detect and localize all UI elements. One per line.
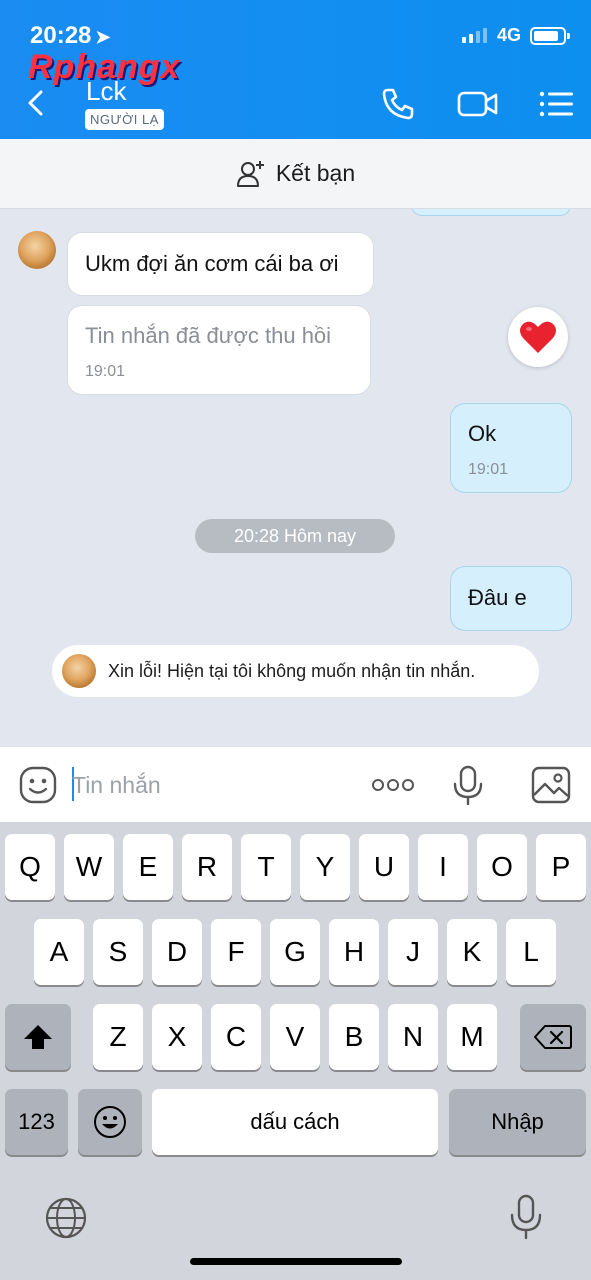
message-input[interactable]: [72, 765, 352, 805]
return-key[interactable]: Nhập: [449, 1089, 586, 1155]
key-i[interactable]: I: [418, 834, 468, 900]
phone-icon[interactable]: [378, 84, 418, 124]
back-chevron-icon[interactable]: [22, 88, 52, 118]
location-arrow-icon: ➤: [95, 27, 111, 47]
chat-area[interactable]: Ukm đợi ăn cơm cái ba ơi Tin nhắn đã đượ…: [0, 209, 591, 746]
signal-strength-icon: [462, 28, 487, 43]
network-type: 4G: [497, 25, 522, 45]
contact-avatar[interactable]: [18, 231, 56, 269]
key-m[interactable]: M: [447, 1004, 497, 1070]
key-d[interactable]: D: [152, 919, 202, 985]
key-v[interactable]: V: [270, 1004, 320, 1070]
globe-icon[interactable]: [44, 1196, 88, 1240]
keyboard: Q W E R T Y U I O P A S D F G H J K L Z …: [0, 822, 591, 1280]
key-l[interactable]: L: [506, 919, 556, 985]
key-g[interactable]: G: [270, 919, 320, 985]
key-x[interactable]: X: [152, 1004, 202, 1070]
key-k[interactable]: K: [447, 919, 497, 985]
key-o[interactable]: O: [477, 834, 527, 900]
key-f[interactable]: F: [211, 919, 261, 985]
message-input-bar: [0, 746, 591, 822]
backspace-icon: [534, 1025, 572, 1049]
key-n[interactable]: N: [388, 1004, 438, 1070]
shift-arrow-icon: [24, 1025, 52, 1049]
stranger-badge: NGƯỜI LẠ: [85, 109, 164, 130]
add-friend-icon: [236, 160, 264, 187]
outgoing-message[interactable]: Đâu e: [451, 567, 571, 630]
add-friend-label: Kết bạn: [275, 160, 356, 186]
auto-reply-notice: Xin lỗi! Hiện tại tôi không muốn nhận ti…: [52, 645, 539, 697]
key-a[interactable]: A: [34, 919, 84, 985]
key-z[interactable]: Z: [93, 1004, 143, 1070]
contact-avatar: [62, 654, 96, 688]
battery-icon: [530, 27, 570, 45]
key-j[interactable]: J: [388, 919, 438, 985]
heart-icon: [520, 321, 556, 353]
key-t[interactable]: T: [241, 834, 291, 900]
date-divider: 20:28 Hôm nay: [195, 519, 395, 553]
key-q[interactable]: Q: [5, 834, 55, 900]
video-call-icon[interactable]: [456, 84, 500, 124]
emoji-key[interactable]: [78, 1089, 142, 1155]
chat-header: 20:28 ➤ 4G Rphangx Lck NGƯỜI LẠ: [0, 0, 591, 139]
dictation-microphone-icon[interactable]: [508, 1194, 544, 1240]
key-u[interactable]: U: [359, 834, 409, 900]
key-h[interactable]: H: [329, 919, 379, 985]
backspace-key[interactable]: [520, 1004, 586, 1070]
key-b[interactable]: B: [329, 1004, 379, 1070]
menu-list-icon[interactable]: [537, 84, 577, 124]
key-s[interactable]: S: [93, 919, 143, 985]
numbers-key[interactable]: 123: [5, 1089, 68, 1155]
microphone-icon[interactable]: [448, 765, 488, 805]
message-time: 19:01: [85, 363, 126, 380]
home-indicator[interactable]: [190, 1258, 402, 1265]
key-w[interactable]: W: [64, 834, 114, 900]
space-key[interactable]: dấu cách: [152, 1089, 438, 1155]
reaction-button[interactable]: [508, 307, 568, 367]
shift-key[interactable]: [5, 1004, 71, 1070]
image-icon[interactable]: [531, 765, 571, 805]
key-e[interactable]: E: [123, 834, 173, 900]
incoming-message[interactable]: Ukm đợi ăn cơm cái ba ơi: [68, 233, 373, 295]
key-y[interactable]: Y: [300, 834, 350, 900]
key-p[interactable]: P: [536, 834, 586, 900]
key-c[interactable]: C: [211, 1004, 261, 1070]
contact-name[interactable]: Lck: [86, 76, 126, 107]
add-friend-bar[interactable]: Kết bạn: [0, 139, 591, 209]
emoji-face-icon: [94, 1106, 126, 1138]
emoji-icon[interactable]: [18, 765, 58, 805]
outgoing-message[interactable]: Ok 19:01: [451, 404, 571, 492]
status-time: 20:28 ➤: [30, 22, 111, 49]
more-dots-icon[interactable]: [370, 765, 416, 805]
recalled-message[interactable]: Tin nhắn đã được thu hồi 19:01: [68, 306, 370, 394]
previous-outgoing-bubble: [412, 209, 570, 215]
key-r[interactable]: R: [182, 834, 232, 900]
message-time: 19:01: [468, 461, 509, 478]
